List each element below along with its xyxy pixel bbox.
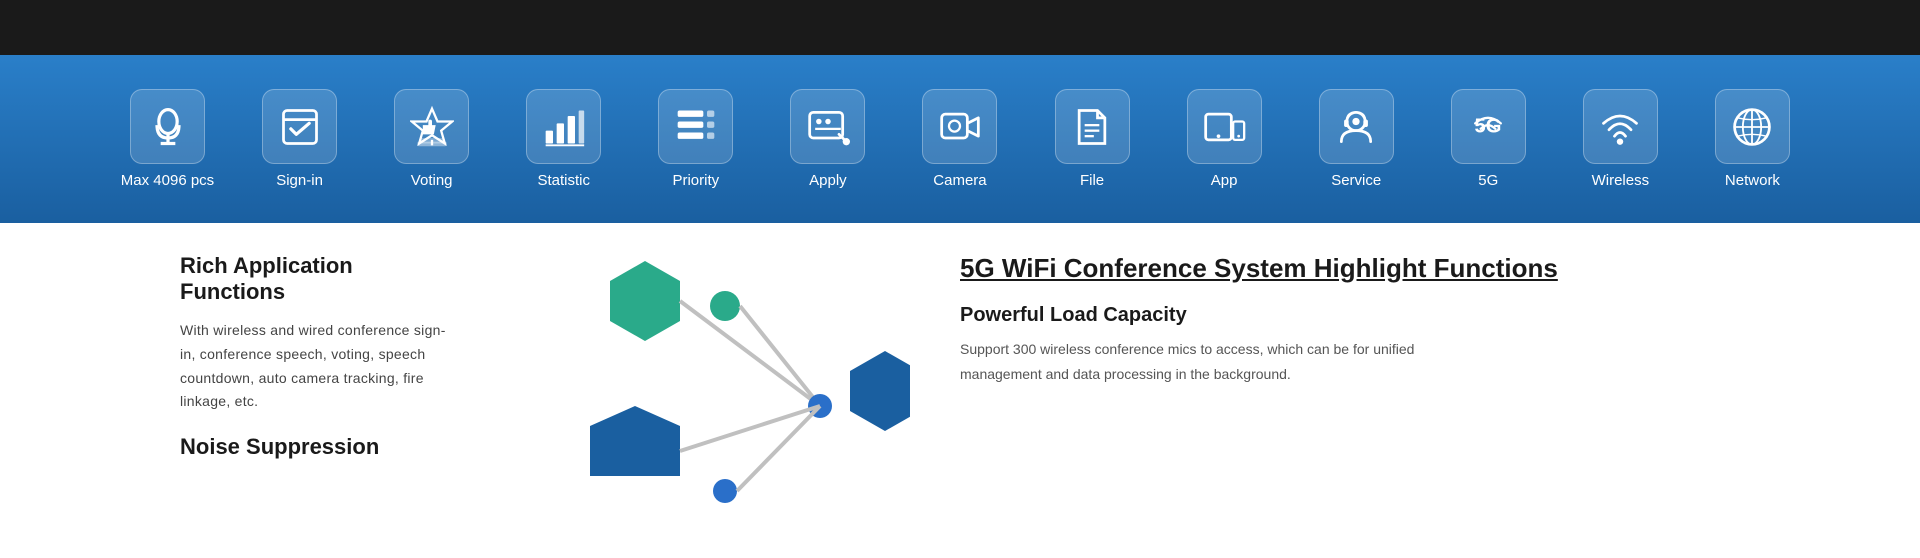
icon-box-file <box>1055 89 1130 164</box>
statistic-icon <box>542 105 586 149</box>
powerful-load-description: Support 300 wireless conference mics to … <box>960 337 1480 387</box>
icon-label-statistic: Statistic <box>537 172 590 189</box>
icon-item-service[interactable]: Service <box>1309 89 1404 189</box>
rich-app-title: Rich Application Functions <box>180 253 460 305</box>
service-icon <box>1334 105 1378 149</box>
icon-label-service: Service <box>1331 172 1381 189</box>
camera-icon <box>938 105 982 149</box>
noise-section: Noise Suppression <box>180 434 460 460</box>
icon-box-voting <box>394 89 469 164</box>
icon-box-wireless <box>1583 89 1658 164</box>
icon-label-camera: Camera <box>933 172 986 189</box>
main-title: 5G WiFi Conference System Highlight Func… <box>960 253 1860 284</box>
priority-icon <box>674 105 718 149</box>
icon-label-file: File <box>1080 172 1104 189</box>
icon-label-5g: 5G <box>1478 172 1498 189</box>
icon-label-max4096: Max 4096 pcs <box>121 172 214 189</box>
icon-item-app[interactable]: App <box>1177 89 1272 189</box>
icon-box-signin <box>262 89 337 164</box>
wireless-icon <box>1598 105 1642 149</box>
icon-box-service <box>1319 89 1394 164</box>
microphone-icon <box>146 105 190 149</box>
icon-item-file[interactable]: File <box>1045 89 1140 189</box>
icon-label-signin: Sign-in <box>276 172 323 189</box>
icon-item-voting[interactable]: Voting <box>384 89 479 189</box>
icon-item-camera[interactable]: Camera <box>912 89 1007 189</box>
icon-item-priority[interactable]: Priority <box>648 89 743 189</box>
file-icon <box>1070 105 1114 149</box>
noise-title: Noise Suppression <box>180 434 460 460</box>
icon-label-voting: Voting <box>411 172 453 189</box>
icon-label-app: App <box>1211 172 1238 189</box>
icon-box-5g: 5G <box>1451 89 1526 164</box>
icon-label-priority: Priority <box>672 172 719 189</box>
voting-icon <box>410 105 454 149</box>
icon-box-app <box>1187 89 1262 164</box>
apply-icon <box>806 105 850 149</box>
icon-box-apply <box>790 89 865 164</box>
content-area: Rich Application Functions With wireless… <box>0 223 1920 558</box>
icon-box-camera <box>922 89 997 164</box>
5g-icon: 5G <box>1466 105 1510 149</box>
icon-box-network <box>1715 89 1790 164</box>
diagram-svg <box>530 251 910 531</box>
icon-box-priority <box>658 89 733 164</box>
icon-item-apply[interactable]: Apply <box>780 89 875 189</box>
icon-item-statistic[interactable]: Statistic <box>516 89 611 189</box>
powerful-load-title: Powerful Load Capacity <box>960 304 1860 327</box>
icon-bar: Max 4096 pcs Sign-in Voting <box>0 55 1920 223</box>
icon-item-max4096[interactable]: Max 4096 pcs <box>120 89 215 189</box>
middle-graphic <box>520 243 920 538</box>
icon-label-network: Network <box>1725 172 1780 189</box>
icon-item-5g[interactable]: 5G 5G <box>1441 89 1536 189</box>
network-icon <box>1730 105 1774 149</box>
signin-icon <box>278 105 322 149</box>
icon-item-network[interactable]: Network <box>1705 89 1800 189</box>
icon-item-signin[interactable]: Sign-in <box>252 89 347 189</box>
icon-label-apply: Apply <box>809 172 847 189</box>
icon-item-wireless[interactable]: Wireless <box>1573 89 1668 189</box>
icon-box-statistic <box>526 89 601 164</box>
rich-app-description: With wireless and wired conference sign-… <box>180 319 460 414</box>
top-black-bar <box>0 0 1920 55</box>
app-icon <box>1202 105 1246 149</box>
right-content: 5G WiFi Conference System Highlight Func… <box>920 243 1920 538</box>
icon-box-max4096 <box>130 89 205 164</box>
left-content: Rich Application Functions With wireless… <box>0 243 520 538</box>
icon-label-wireless: Wireless <box>1592 172 1650 189</box>
